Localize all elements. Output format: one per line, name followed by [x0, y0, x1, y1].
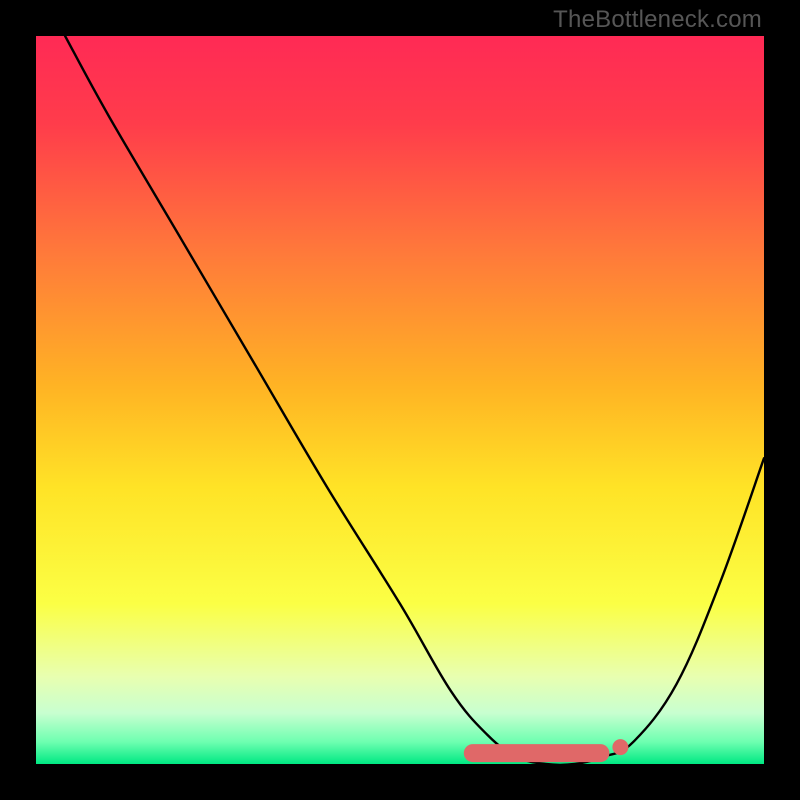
plot-area — [36, 36, 764, 764]
watermark-label: TheBottleneck.com — [553, 6, 762, 34]
optimal-range-end-dot — [612, 739, 628, 755]
curve-layer — [36, 36, 764, 764]
bottleneck-curve — [65, 36, 764, 764]
chart-frame: TheBottleneck.com — [0, 0, 800, 800]
